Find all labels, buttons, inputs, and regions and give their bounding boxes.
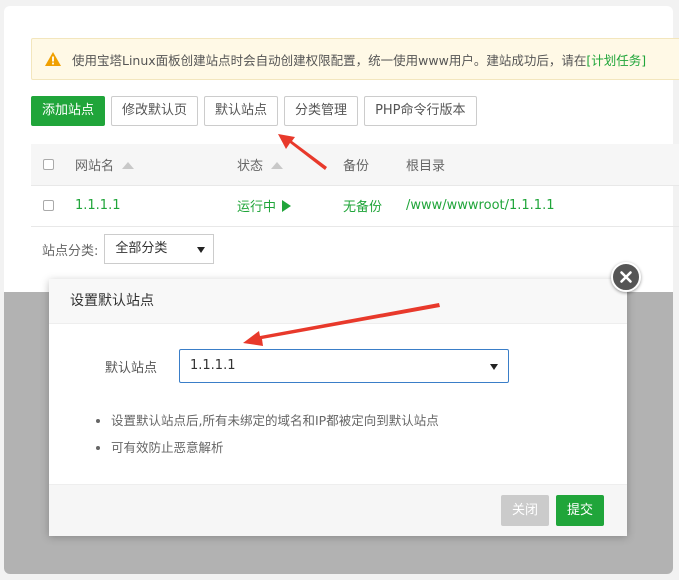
col-backup-label: 备份 bbox=[343, 158, 370, 174]
site-status[interactable]: 运行中 bbox=[237, 185, 343, 227]
close-icon bbox=[620, 271, 632, 283]
add-site-button[interactable]: 添加站点 bbox=[31, 96, 106, 126]
sites-table: 网站名 状态 备份 根目录 1.1.1.1 运行中 无备份 /www/wwwro… bbox=[31, 144, 679, 227]
notice-text: 使用宝塔Linux面板创建站点时会自动创建权限配置，统一使用www用户。建站成功… bbox=[72, 52, 587, 68]
category-filter: 站点分类: 全部分类 bbox=[42, 234, 215, 264]
site-status-label: 运行中 bbox=[237, 200, 277, 215]
dialog-tips: 设置默认站点后,所有未绑定的域名和IP都被定向到默认站点 可有效防止恶意解析 bbox=[89, 407, 439, 461]
row-checkbox[interactable] bbox=[43, 200, 54, 211]
scheduled-task-link[interactable]: [计划任务] bbox=[586, 50, 646, 69]
dialog-title: 设置默认站点 bbox=[49, 279, 627, 324]
col-status[interactable]: 状态 bbox=[237, 144, 343, 186]
site-backup-link[interactable]: 无备份 bbox=[343, 185, 406, 227]
toolbar: 添加站点 修改默认页 默认站点 分类管理 PHP命令行版本 bbox=[31, 96, 477, 126]
set-default-site-dialog: 设置默认站点 默认站点 1.1.1.1 设置默认站点后,所有未绑定的域名和IP都… bbox=[49, 279, 627, 536]
col-root-label: 根目录 bbox=[406, 158, 446, 174]
site-root-link[interactable]: /www/wwwroot/1.1.1.1 bbox=[406, 185, 679, 227]
submit-button[interactable]: 提交 bbox=[556, 495, 605, 526]
warning-icon bbox=[45, 52, 61, 66]
sort-asc-icon bbox=[271, 161, 284, 169]
category-select[interactable]: 全部分类 bbox=[104, 234, 215, 264]
default-site-field: 默认站点 1.1.1.1 bbox=[105, 349, 509, 383]
php-cli-version-button[interactable]: PHP命令行版本 bbox=[364, 96, 477, 126]
row-select-cell bbox=[31, 185, 75, 227]
notice-banner: 使用宝塔Linux面板创建站点时会自动创建权限配置，统一使用www用户。建站成功… bbox=[31, 38, 679, 80]
default-site-button[interactable]: 默认站点 bbox=[204, 96, 279, 126]
play-icon bbox=[282, 200, 292, 212]
default-site-label: 默认站点 bbox=[105, 360, 158, 376]
select-all-cell bbox=[31, 144, 75, 186]
dialog-footer: 关闭 提交 bbox=[49, 484, 627, 536]
select-all-checkbox[interactable] bbox=[43, 158, 54, 170]
default-site-value: 1.1.1.1 bbox=[190, 358, 236, 373]
modify-default-page-button[interactable]: 修改默认页 bbox=[111, 96, 199, 126]
col-status-label: 状态 bbox=[237, 158, 264, 174]
dialog-close-button[interactable] bbox=[611, 262, 641, 292]
default-site-select[interactable]: 1.1.1.1 bbox=[179, 349, 509, 383]
col-root: 根目录 bbox=[406, 144, 679, 186]
tip-item: 设置默认站点后,所有未绑定的域名和IP都被定向到默认站点 bbox=[111, 407, 439, 434]
chevron-down-icon bbox=[197, 247, 206, 253]
tip-item: 可有效防止恶意解析 bbox=[111, 434, 439, 461]
category-manage-button[interactable]: 分类管理 bbox=[284, 96, 359, 126]
category-selected-value: 全部分类 bbox=[115, 241, 168, 256]
chevron-down-icon bbox=[490, 364, 498, 370]
col-name[interactable]: 网站名 bbox=[75, 144, 237, 186]
category-label: 站点分类: bbox=[42, 243, 99, 259]
close-button[interactable]: 关闭 bbox=[501, 495, 550, 526]
sort-asc-icon bbox=[122, 161, 135, 169]
col-backup: 备份 bbox=[343, 144, 406, 186]
col-name-label: 网站名 bbox=[75, 158, 115, 174]
table-header-row: 网站名 状态 备份 根目录 bbox=[31, 144, 679, 186]
site-name-link[interactable]: 1.1.1.1 bbox=[75, 185, 237, 227]
table-row: 1.1.1.1 运行中 无备份 /www/wwwroot/1.1.1.1 bbox=[31, 185, 679, 227]
